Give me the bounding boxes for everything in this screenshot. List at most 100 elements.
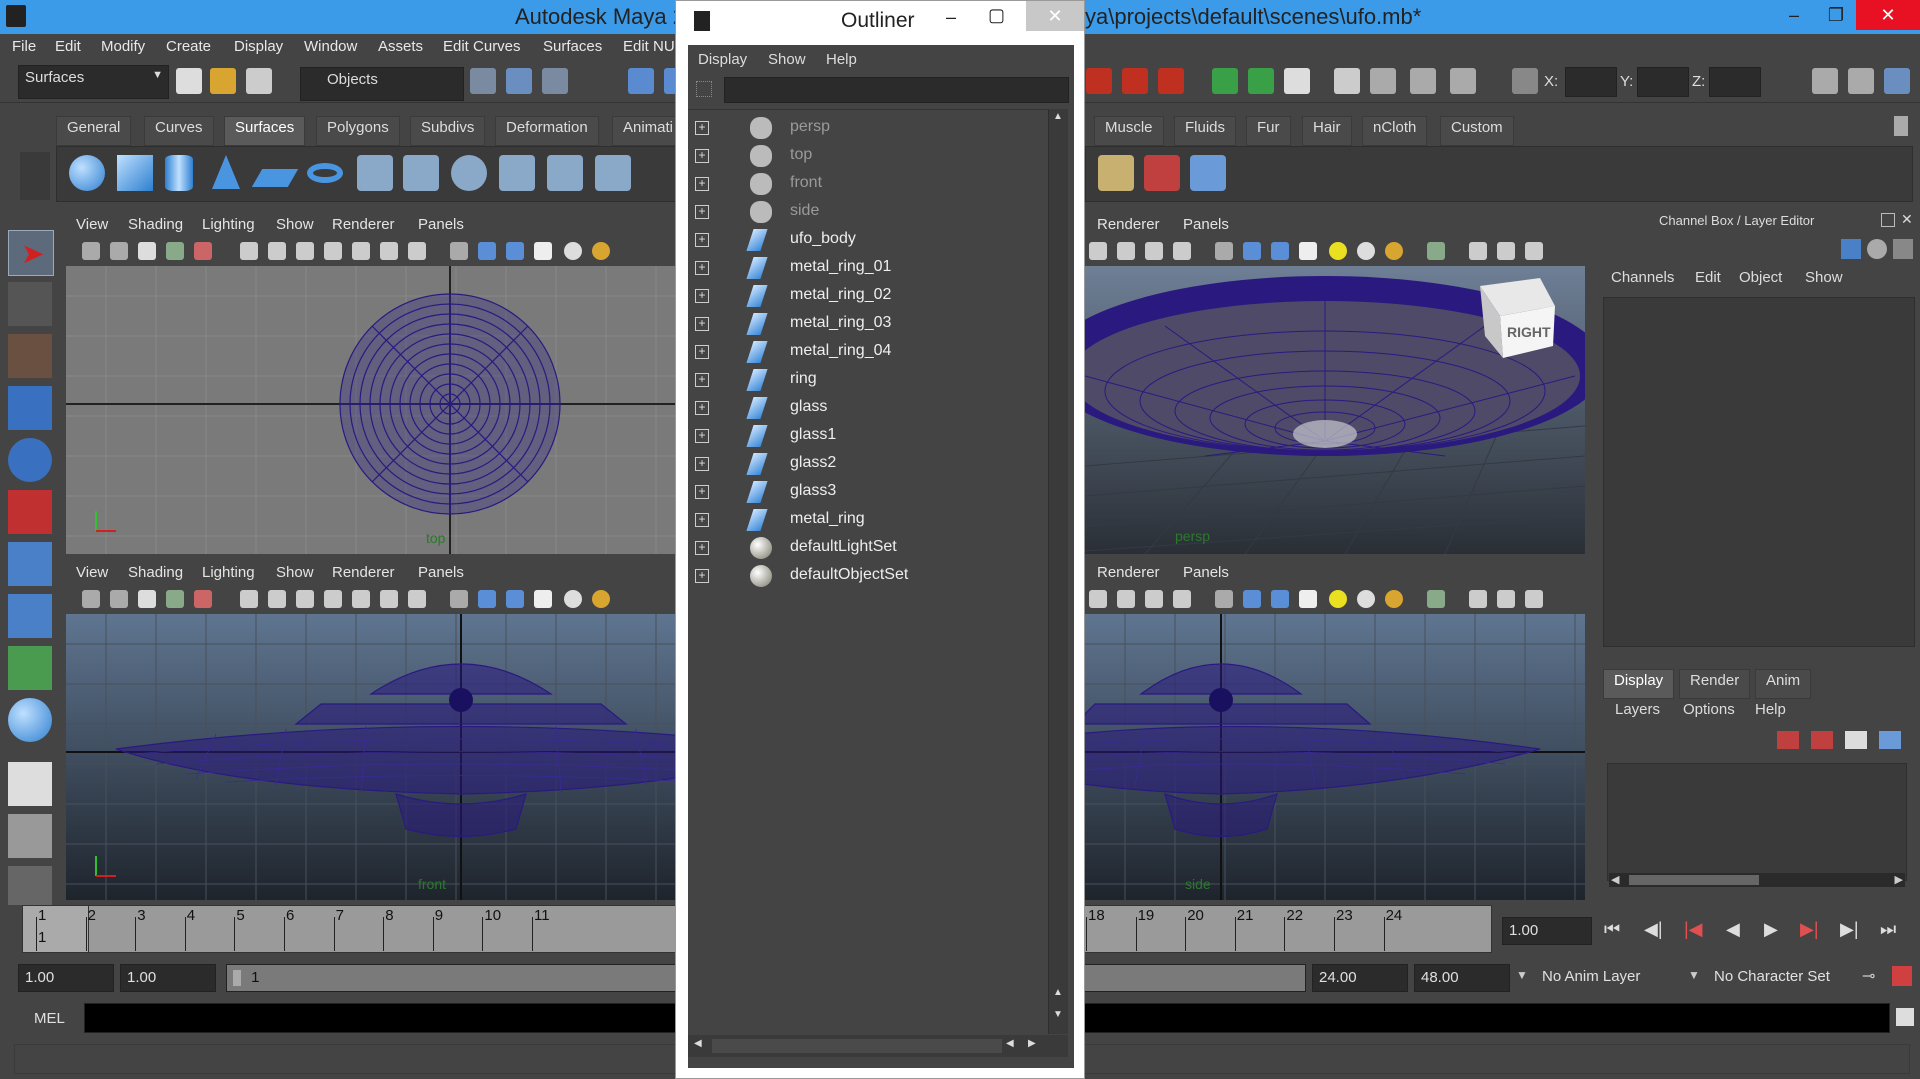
textured-icon[interactable] [534,242,552,260]
render-view-icon[interactable] [1334,68,1360,94]
expand-icon[interactable]: + [695,401,709,415]
menuset-dropdown[interactable]: Surfaces ▼ [18,65,169,99]
outliner-item[interactable]: + front [688,170,1033,198]
axis-icon[interactable] [1841,239,1861,259]
select-by-component-icon[interactable] [542,68,568,94]
field-chart-icon[interactable] [1117,590,1135,608]
outliner-layout-icon[interactable] [8,866,52,910]
history-icon[interactable] [1086,68,1112,94]
current-time-field[interactable]: 1.00 [1502,917,1592,945]
expand-icon[interactable]: + [695,317,709,331]
outliner-item[interactable]: + side [688,198,1033,226]
single-perspective-layout-icon[interactable] [8,762,52,806]
vp-menu-lighting[interactable]: Lighting [202,564,255,581]
anim-layer-dropdown[interactable]: No Anim Layer [1536,964,1686,992]
loft-icon[interactable] [403,155,439,191]
shelf-tab-hair[interactable]: Hair [1302,116,1352,146]
default-light-icon[interactable] [1357,242,1375,260]
shelf-tab-curves[interactable]: Curves [144,116,214,146]
shadows-icon[interactable] [1385,590,1403,608]
field-chart-icon[interactable] [1117,242,1135,260]
universal-manipulator-icon[interactable] [8,542,52,586]
new-empty-layer-icon[interactable] [1845,731,1867,749]
menu-edit-curves[interactable]: Edit Curves [443,38,521,55]
isolate-select-icon[interactable] [1427,590,1445,608]
rotate-tool-icon[interactable] [8,438,52,482]
y-field[interactable] [1637,67,1689,97]
smooth-shade-icon[interactable] [1243,242,1261,260]
use-all-lights-icon[interactable] [1329,242,1347,260]
safe-title-icon[interactable] [1173,590,1191,608]
expand-icon[interactable]: + [695,233,709,247]
default-light-icon[interactable] [1357,590,1375,608]
shelf-tab-polygons[interactable]: Polygons [316,116,400,146]
outliner-item[interactable]: + defaultLightSet [688,534,1033,562]
resolution-gate-icon[interactable] [296,242,314,260]
vp-menu-renderer[interactable]: Renderer [1097,216,1160,233]
grid-toggle-icon[interactable] [240,242,258,260]
absolute-transform-icon[interactable] [1512,68,1538,94]
render-globals-icon[interactable] [1450,68,1476,94]
outliner-list[interactable]: + persp + top + front + side + ufo_body + metal_rin… [688,109,1048,1034]
scroll-up-icon[interactable]: ▲ [1053,111,1063,122]
output-ops-icon[interactable] [1248,68,1274,94]
shelf-tab-muscle[interactable]: Muscle [1094,116,1164,146]
image-plane-icon[interactable] [166,242,184,260]
share-icon[interactable] [1525,242,1543,260]
outliner-item[interactable]: + ring [688,366,1033,394]
textured-icon[interactable] [1299,242,1317,260]
outliner-item[interactable]: + metal_ring_04 [688,338,1033,366]
menu-edit-nurbs[interactable]: Edit NU [623,38,675,55]
x-field[interactable] [1565,67,1617,97]
paint-select-tool-icon[interactable] [8,334,52,378]
menu-modify[interactable]: Modify [101,38,145,55]
go-to-start-icon[interactable]: ⏮ [1604,919,1620,940]
expand-icon[interactable]: + [695,345,709,359]
nurbs-cube-icon[interactable] [117,155,153,191]
outliner-item[interactable]: + metal_ring [688,506,1033,534]
play-backwards-icon[interactable]: ◀ [1726,919,1740,940]
camera-attributes-icon[interactable] [110,242,128,260]
menu-file[interactable]: File [12,38,36,55]
trim-tool-icon[interactable] [1098,155,1134,191]
float-panel-icon[interactable] [1881,213,1895,227]
outliner-item[interactable]: + glass [688,394,1033,422]
outliner-minimize-button[interactable]: – [946,7,956,28]
step-back-key-icon[interactable]: |◀ [1684,919,1703,940]
step-forward-key-icon[interactable]: ▶| [1800,919,1819,940]
use-all-lights-icon[interactable] [1329,590,1347,608]
revolve-icon[interactable] [357,155,393,191]
shelf-tab-subdivs[interactable]: Subdivs [410,116,486,146]
wireframe-on-shaded-icon[interactable] [1271,242,1289,260]
expand-icon[interactable]: + [695,457,709,471]
vp-menu-show[interactable]: Show [276,216,314,233]
camera-attributes-icon[interactable] [110,590,128,608]
bookmarks-icon[interactable] [138,590,156,608]
safe-title-icon[interactable] [1173,242,1191,260]
smooth-shade-icon[interactable] [478,590,496,608]
anim-end-field[interactable]: 48.00 [1414,964,1510,992]
vp-menu-renderer[interactable]: Renderer [332,216,395,233]
outliner-item[interactable]: + top [688,142,1033,170]
script-editor-icon[interactable] [1896,1008,1914,1026]
outliner-item[interactable]: + metal_ring_02 [688,282,1033,310]
expand-icon[interactable]: + [695,513,709,527]
outliner-item[interactable]: + metal_ring_01 [688,254,1033,282]
expand-icon[interactable]: + [695,289,709,303]
command-language-label[interactable]: MEL [34,1010,65,1027]
gate-mask-icon[interactable] [324,242,342,260]
shelf-tab-custom[interactable]: Custom [1440,116,1514,146]
shelf-trash-icon[interactable] [1894,116,1908,136]
attach-surfaces-icon[interactable] [595,155,631,191]
shelf-tab-animation[interactable]: Animati [612,116,685,146]
resolution-gate-icon[interactable] [296,590,314,608]
anim-start-field[interactable]: 1.00 [120,964,216,992]
camera-select-icon[interactable] [82,242,100,260]
show-tool-settings-icon[interactable] [1848,68,1874,94]
step-forward-frame-icon[interactable]: ▶| [1840,919,1859,940]
expand-icon[interactable]: + [695,429,709,443]
viewport-persp[interactable]: RIGHT persp [1085,266,1585,554]
viewport-top[interactable]: top [66,266,675,554]
channel-list[interactable] [1603,297,1915,647]
shelf-tab-fluids[interactable]: Fluids [1174,116,1237,146]
